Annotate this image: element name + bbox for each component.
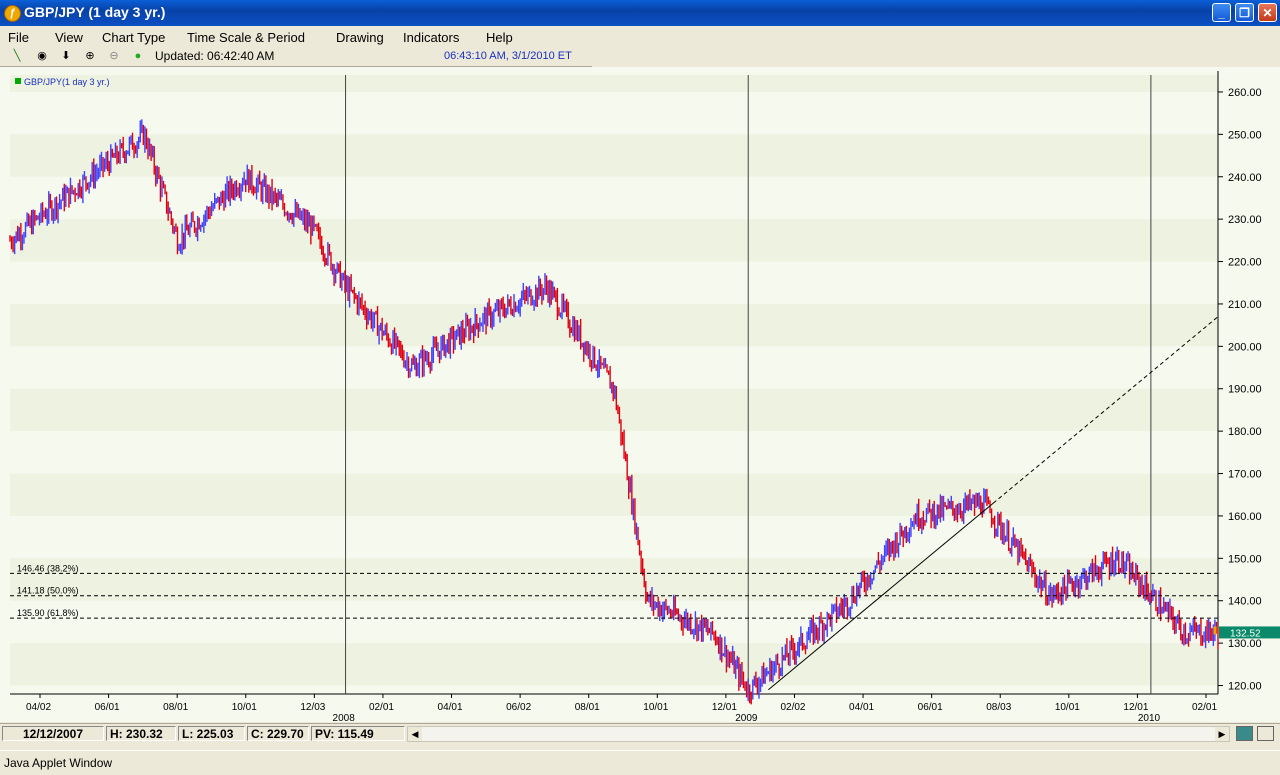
- legend-label: GBP/JPY(1 day 3 yr.): [24, 77, 110, 87]
- y-tick-label: 210.00: [1228, 299, 1262, 311]
- x-tick-label: 08/01: [163, 702, 188, 713]
- fib-level-label: 135.90 (61.8%): [17, 608, 79, 618]
- status-bar: 12/12/2007 H: 230.32 L: 225.03 C: 229.70…: [0, 723, 1280, 744]
- y-tick-label: 170.00: [1228, 469, 1262, 481]
- menu-file[interactable]: File: [8, 30, 29, 45]
- menu-chart-type[interactable]: Chart Type: [102, 30, 165, 45]
- menu-time-scale[interactable]: Time Scale & Period: [187, 30, 305, 45]
- close-button[interactable]: ✕: [1258, 3, 1277, 22]
- minimize-button[interactable]: _: [1212, 3, 1231, 22]
- x-tick-label: 06/02: [506, 702, 531, 713]
- y-tick-label: 150.00: [1228, 553, 1262, 565]
- line-tool-icon[interactable]: ╲: [10, 49, 24, 63]
- arrow-down-icon[interactable]: ⬇: [59, 49, 73, 63]
- y-tick-label: 250.00: [1228, 129, 1262, 141]
- applet-bar: Java Applet Window: [0, 750, 1280, 775]
- x-tick-label: 10/01: [232, 702, 257, 713]
- status-high: H: 230.32: [106, 726, 176, 741]
- x-tick-label: 12/01: [712, 702, 737, 713]
- status-date: 12/12/2007: [2, 726, 104, 741]
- header-filler: [592, 27, 1280, 67]
- updated-time: Updated: 06:42:40 AM: [155, 49, 275, 63]
- menu-view[interactable]: View: [55, 30, 83, 45]
- chart-scrollbar[interactable]: ◀ ▶: [407, 726, 1230, 742]
- status-light-icon: ●: [134, 50, 142, 62]
- x-tick-label: 02/02: [780, 702, 805, 713]
- price-band: [10, 473, 1218, 516]
- x-tick-label: 08/03: [986, 702, 1011, 713]
- window-title: GBP/JPY (1 day 3 yr.): [24, 4, 166, 20]
- scroll-left-icon[interactable]: ◀: [408, 727, 422, 741]
- x-tick-label: 06/01: [95, 702, 120, 713]
- menu-indicators[interactable]: Indicators: [403, 30, 459, 45]
- price-band: [10, 134, 1218, 177]
- y-tick-label: 140.00: [1228, 596, 1262, 608]
- server-time: 06:43:10 AM, 3/1/2010 ET: [444, 50, 572, 62]
- legend-swatch: [15, 78, 21, 84]
- status-close: C: 229.70: [247, 726, 309, 741]
- x-tick-label: 04/01: [438, 702, 463, 713]
- window-tile-button[interactable]: [1236, 726, 1253, 741]
- window-cascade-button[interactable]: [1257, 726, 1274, 741]
- y-tick-label: 190.00: [1228, 384, 1262, 396]
- y-tick-label: 220.00: [1228, 257, 1262, 269]
- status-pv: PV: 115.49: [311, 726, 405, 741]
- x-tick-label: 08/01: [575, 702, 600, 713]
- y-tick-label: 240.00: [1228, 172, 1262, 184]
- app-icon: ƒ: [4, 5, 21, 22]
- x-tick-label: 02/01: [369, 702, 394, 713]
- y-tick-label: 230.00: [1228, 214, 1262, 226]
- y-tick-label: 260.00: [1228, 87, 1262, 99]
- x-tick-label: 02/01: [1192, 702, 1217, 713]
- year-label: 2010: [1138, 713, 1161, 722]
- price-band: [10, 643, 1218, 686]
- title-bar: ƒ GBP/JPY (1 day 3 yr.) _ ❐ ✕: [0, 0, 1280, 26]
- y-tick-label: 180.00: [1228, 426, 1262, 438]
- toolbar: ╲ ◉ ⬇ ⊕ ⊖ ● Updated: 06:42:40 AM 06:43:1…: [0, 47, 592, 67]
- zoom-out-icon[interactable]: ⊖: [107, 49, 121, 63]
- y-tick-label: 160.00: [1228, 511, 1262, 523]
- price-band: [10, 75, 1218, 92]
- year-label: 2008: [333, 713, 356, 722]
- crosshair-icon[interactable]: ◉: [35, 49, 49, 63]
- price-band: [10, 388, 1218, 432]
- price-band: [10, 303, 1218, 347]
- chart-area[interactable]: 260.00 250.00 240.00 230.00 220.00 210.00 200.…: [0, 67, 1280, 722]
- x-tick-label: 12/01: [1123, 702, 1148, 713]
- y-tick-label: 130.00: [1228, 638, 1262, 650]
- x-tick-label: 10/01: [643, 702, 668, 713]
- x-tick-label: 06/01: [918, 702, 943, 713]
- x-tick-label: 12/03: [300, 702, 325, 713]
- menu-drawing[interactable]: Drawing: [336, 30, 384, 45]
- applet-label: Java Applet Window: [4, 756, 113, 770]
- x-tick-label: 04/01: [849, 702, 874, 713]
- x-tick-label: 10/01: [1055, 702, 1080, 713]
- menu-help[interactable]: Help: [486, 30, 513, 45]
- status-low: L: 225.03: [178, 726, 245, 741]
- zoom-in-icon[interactable]: ⊕: [83, 49, 97, 63]
- maximize-button[interactable]: ❐: [1235, 3, 1254, 22]
- x-tick-label: 04/02: [26, 702, 51, 713]
- scroll-right-icon[interactable]: ▶: [1215, 727, 1229, 741]
- fib-level-label: 146.46 (38.2%): [17, 563, 79, 573]
- y-tick-label: 200.00: [1228, 341, 1262, 353]
- menu-bar: File View Chart Type Time Scale & Period…: [0, 27, 592, 47]
- fib-level-label: 141.18 (50.0%): [17, 586, 79, 596]
- last-price-label: 132.52: [1230, 628, 1261, 639]
- y-tick-label: 120.00: [1228, 681, 1262, 693]
- year-label: 2009: [735, 713, 758, 722]
- price-chart[interactable]: 260.00 250.00 240.00 230.00 220.00 210.00 200.…: [0, 67, 1280, 722]
